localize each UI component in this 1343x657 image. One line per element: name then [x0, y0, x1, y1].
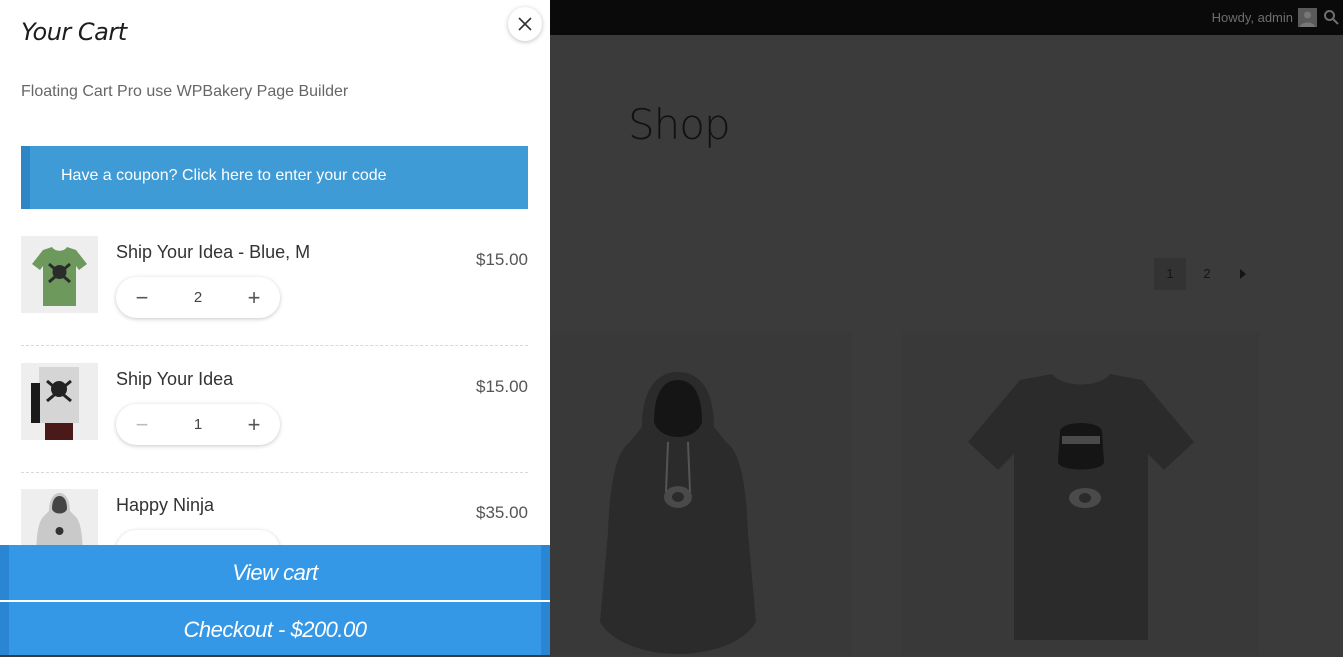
quantity-input[interactable]: 1	[166, 530, 230, 545]
product-thumbnail[interactable]	[21, 236, 98, 313]
quantity-input[interactable]: 1	[166, 404, 230, 445]
item-divider	[21, 345, 528, 346]
minus-icon[interactable]: −	[122, 530, 162, 545]
caret-right-icon[interactable]	[1227, 258, 1259, 290]
quantity-stepper: − 1 +	[116, 404, 280, 445]
product-card-tshirt[interactable]	[902, 332, 1259, 655]
item-name[interactable]: Happy Ninja	[116, 495, 214, 516]
item-name[interactable]: Ship Your Idea - Blue, M	[116, 242, 310, 263]
cart-item: Ship Your Idea - Blue, M $15.00 − 2 +	[21, 236, 528, 356]
plus-icon[interactable]: +	[234, 404, 274, 445]
checkout-button[interactable]: Checkout - $200.00	[0, 602, 550, 655]
quantity-stepper: − 1 +	[116, 530, 280, 545]
close-icon[interactable]	[508, 7, 542, 41]
page-link-1[interactable]: 1	[1154, 258, 1186, 290]
plus-icon[interactable]: +	[234, 277, 274, 318]
product-thumbnail[interactable]	[21, 489, 98, 545]
floating-cart-panel: Your Cart Floating Cart Pro use WPBakery…	[0, 0, 550, 655]
cart-title: Your Cart	[21, 18, 127, 46]
coupon-toggle-banner[interactable]: Have a coupon? Click here to enter your …	[21, 146, 528, 209]
view-cart-button[interactable]: View cart	[0, 545, 550, 600]
product-card-hoodie[interactable]	[550, 332, 852, 655]
item-price: $15.00	[476, 250, 528, 269]
user-avatar-icon[interactable]	[1298, 8, 1317, 27]
item-divider	[21, 472, 528, 473]
quantity-input[interactable]: 2	[166, 277, 230, 318]
quantity-stepper: − 2 +	[116, 277, 280, 318]
minus-icon[interactable]: −	[122, 404, 162, 445]
search-icon[interactable]	[1323, 9, 1339, 25]
item-price: $35.00	[476, 503, 528, 522]
page-link-2[interactable]: 2	[1191, 258, 1223, 290]
plus-icon[interactable]: +	[234, 530, 274, 545]
cart-subtitle: Floating Cart Pro use WPBakery Page Buil…	[21, 83, 349, 100]
item-name[interactable]: Ship Your Idea	[116, 369, 233, 390]
cart-item: Happy Ninja $35.00 − 1 +	[21, 489, 528, 545]
coupon-link[interactable]: Have a coupon? Click here to enter your …	[61, 167, 387, 185]
minus-icon[interactable]: −	[122, 277, 162, 318]
page-title: Shop	[628, 100, 731, 149]
howdy-admin-link[interactable]: Howdy, admin	[1212, 10, 1293, 25]
product-thumbnail[interactable]	[21, 363, 98, 440]
item-price: $15.00	[476, 377, 528, 396]
cart-item: Ship Your Idea $15.00 − 1 +	[21, 363, 528, 483]
